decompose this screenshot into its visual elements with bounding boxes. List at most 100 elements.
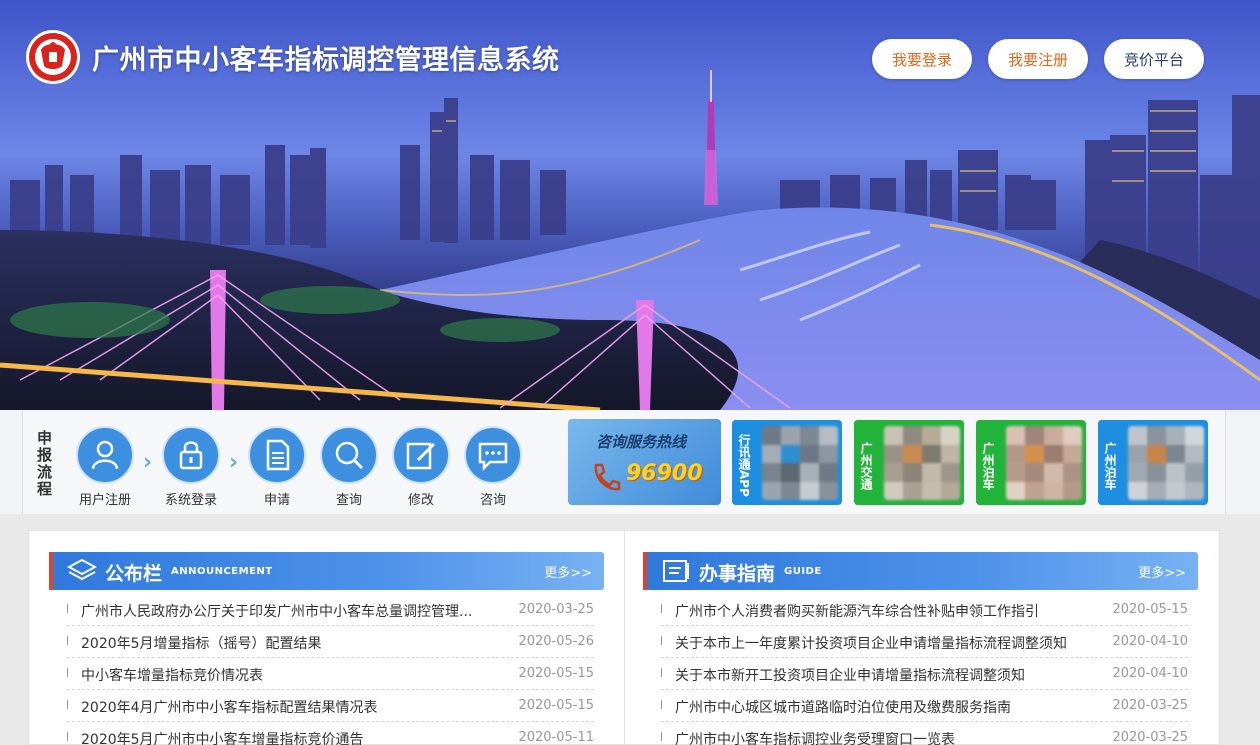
app-label: 广州泊车 (976, 420, 1000, 505)
list-item[interactable]: 2020年5月广州市中小客车增量指标竞价通告 2020-05-11 (67, 722, 594, 745)
item-date: 2020-05-26 (518, 634, 594, 649)
hotline-card[interactable]: 咨询服务热线 96900 (568, 419, 721, 505)
app-label: 广州泊车 (1098, 420, 1122, 505)
app-qr-guangzhou-traffic[interactable]: 广州交通 (854, 420, 964, 505)
item-title: 2020年5月增量指标（摇号）配置结果 (81, 636, 322, 652)
bullet (661, 604, 662, 613)
qr-code-icon (1006, 426, 1082, 500)
app-qr-xuntong[interactable]: 行讯通APP (732, 420, 842, 505)
item-title: 广州市中小客车指标调控业务受理窗口一览表 (675, 732, 955, 745)
header-actions: 我要登录 我要注册 竞价平台 (871, 39, 1204, 79)
bullet (67, 668, 68, 677)
item-date: 2020-03-25 (518, 602, 594, 617)
item-title: 广州市个人消费者购买新能源汽车综合性补贴申领工作指引 (675, 604, 1039, 620)
step-label: 修改 (407, 493, 434, 508)
user-icon (91, 440, 119, 470)
item-title: 2020年4月广州市中小客车指标配置结果情况表 (81, 700, 378, 716)
item-title: 中小客车增量指标竞价情况表 (81, 668, 263, 684)
step-user-register[interactable]: 用户注册 (73, 426, 137, 508)
search-icon (335, 441, 364, 470)
emblem-icon (26, 30, 80, 84)
register-button[interactable]: 我要注册 (987, 39, 1088, 79)
announcement-more-link[interactable]: 更多>> (544, 562, 592, 581)
list-item[interactable]: 关于本市新开工投资项目企业申请增量指标流程调整须知 2020-04-10 (661, 658, 1188, 690)
app-qr-guangzhou-parking[interactable]: 广州泊车 (976, 420, 1086, 505)
item-date: 2020-04-10 (1112, 634, 1188, 649)
guide-section: 办事指南 GUIDE 更多>> 广州市个人消费者购买新能源汽车综合性补贴申领工作… (625, 531, 1221, 745)
app-label: 广州交通 (854, 420, 878, 505)
guide-list: 广州市个人消费者购买新能源汽车综合性补贴申领工作指引 2020-05-15 关于… (661, 594, 1188, 745)
login-button[interactable]: 我要登录 (871, 39, 972, 79)
item-date: 2020-05-15 (518, 666, 594, 681)
step-label: 系统登录 (164, 493, 217, 508)
item-date: 2020-05-15 (1112, 602, 1188, 617)
hotline-number: 96900 (626, 461, 703, 486)
item-date: 2020-05-15 (518, 698, 594, 713)
chat-icon (478, 442, 508, 472)
phone-icon (594, 463, 621, 491)
announcement-header: 公布栏 ANNOUNCEMENT 更多>> (49, 552, 604, 590)
step-apply[interactable]: 申请 (245, 426, 309, 508)
edit-icon (406, 442, 436, 470)
guide-more-link[interactable]: 更多>> (1138, 562, 1186, 581)
chevron-right-icon: › (229, 450, 239, 475)
item-title: 关于本市上一年度累计投资项目企业申请增量指标流程调整须知 (675, 636, 1067, 652)
accent-bar (49, 552, 53, 590)
item-date: 2020-04-10 (1112, 666, 1188, 681)
bullet (67, 604, 68, 613)
document-icon (266, 439, 290, 471)
list-item[interactable]: 2020年4月广州市中小客车指标配置结果情况表 2020-05-15 (67, 690, 594, 722)
item-title: 广州市中心城区城市道路临时泊位使用及缴费服务指南 (675, 700, 1011, 716)
bullet (661, 668, 662, 677)
lock-icon (179, 441, 203, 470)
bullet (67, 732, 68, 741)
step-query[interactable]: 查询 (317, 426, 381, 508)
bullet (67, 700, 68, 709)
hotline-title: 咨询服务热线 (596, 433, 687, 451)
item-date: 2020-03-25 (1112, 730, 1188, 745)
step-label: 用户注册 (78, 493, 131, 508)
qr-code-icon (1128, 426, 1204, 500)
item-date: 2020-03-25 (1112, 698, 1188, 713)
announcement-section: 公布栏 ANNOUNCEMENT 更多>> 广州市人民政府办公厅关于印发广州市中… (29, 531, 625, 745)
chevron-right-icon: › (143, 450, 153, 475)
list-item[interactable]: 关于本市上一年度累计投资项目企业申请增量指标流程调整须知 2020-04-10 (661, 626, 1188, 658)
item-title: 关于本市新开工投资项目企业申请增量指标流程调整须知 (675, 668, 1025, 684)
qr-code-icon (762, 426, 838, 500)
qr-code-icon (884, 426, 960, 500)
list-item[interactable]: 2020年5月增量指标（摇号）配置结果 2020-05-26 (67, 626, 594, 658)
item-title: 广州市人民政府办公厅关于印发广州市中小客车总量调控管理... (81, 604, 473, 620)
bidding-platform-button[interactable]: 竞价平台 (1103, 39, 1204, 79)
step-label: 申请 (263, 493, 290, 508)
step-system-login[interactable]: 系统登录 (159, 426, 223, 508)
list-item[interactable]: 中小客车增量指标竞价情况表 2020-05-15 (67, 658, 594, 690)
item-title: 2020年5月广州市中小客车增量指标竞价通告 (81, 732, 364, 745)
app-label: 行讯通APP (732, 420, 756, 505)
bullet (661, 636, 662, 645)
list-item[interactable]: 广州市人民政府办公厅关于印发广州市中小客车总量调控管理... 2020-03-2… (67, 594, 594, 626)
bullet (67, 636, 68, 645)
announcement-en-title: ANNOUNCEMENT (171, 566, 273, 577)
step-modify[interactable]: 修改 (389, 426, 453, 508)
bullet (661, 732, 662, 741)
step-label: 查询 (335, 493, 362, 508)
guide-en-title: GUIDE (784, 566, 822, 577)
guide-title: 办事指南 (699, 563, 776, 585)
notebook-icon (663, 560, 689, 582)
hero-banner: 广州市中小客车指标调控管理信息系统 我要登录 我要注册 竞价平台 (0, 0, 1260, 410)
content-panel: 公布栏 ANNOUNCEMENT 更多>> 广州市人民政府办公厅关于印发广州市中… (28, 530, 1220, 745)
accent-bar (643, 552, 647, 590)
list-item[interactable]: 广州市个人消费者购买新能源汽车综合性补贴申领工作指引 2020-05-15 (661, 594, 1188, 626)
app-qr-guangzhou-parking-alipay[interactable]: 广州泊车 (1098, 420, 1208, 505)
layers-icon (67, 558, 97, 581)
step-consult[interactable]: 咨询 (461, 426, 525, 508)
list-item[interactable]: 广州市中心城区城市道路临时泊位使用及缴费服务指南 2020-03-25 (661, 690, 1188, 722)
list-item[interactable]: 广州市中小客车指标调控业务受理窗口一览表 2020-03-25 (661, 722, 1188, 745)
site-title: 广州市中小客车指标调控管理信息系统 (92, 44, 560, 76)
guide-header: 办事指南 GUIDE 更多>> (643, 552, 1198, 590)
site-logo[interactable]: 广州市中小客车指标调控管理信息系统 (24, 28, 560, 86)
item-date: 2020-05-11 (518, 730, 594, 745)
process-bar: 申报流程 用户注册 › 系统登录 › 申请 查询 修改 咨询 咨询服务热线 96… (0, 410, 1260, 514)
bullet (661, 700, 662, 709)
announcement-title: 公布栏 (105, 563, 163, 585)
